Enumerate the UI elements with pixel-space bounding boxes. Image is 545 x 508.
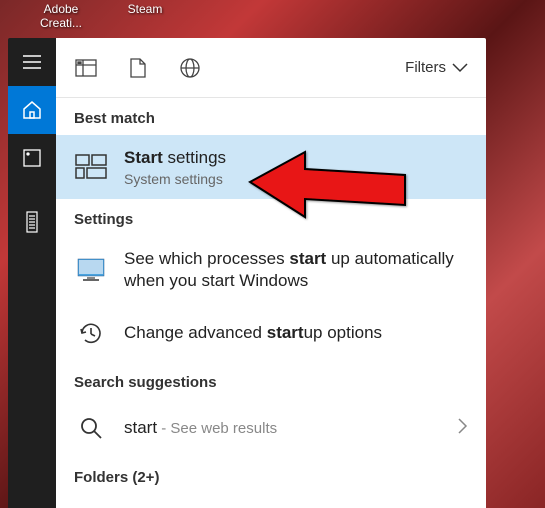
apps-filter-icon[interactable] (74, 56, 98, 80)
chevron-down-icon (452, 63, 468, 73)
history-icon (74, 316, 108, 350)
desktop-icon-adobe[interactable]: Adobe Creati... (26, 2, 96, 30)
documents-filter-icon[interactable] (126, 56, 150, 80)
panel-toolbar: Filters (56, 38, 486, 98)
home-button[interactable] (8, 86, 56, 134)
monitor-icon (74, 253, 108, 287)
result-text: start - See web results (124, 417, 442, 439)
search-icon (74, 411, 108, 445)
start-tiles-icon (74, 150, 108, 184)
filters-dropdown[interactable]: Filters (405, 59, 468, 76)
desktop-icon-steam[interactable]: Steam (110, 2, 180, 16)
apps-button[interactable] (8, 134, 56, 182)
search-sidebar (8, 38, 56, 508)
search-panel: Filters Best match Start settings System… (56, 38, 486, 508)
hamburger-button[interactable] (8, 38, 56, 86)
result-text: Change advanced startup options (124, 322, 468, 344)
result-startup-processes[interactable]: See which processes start up automatical… (56, 236, 486, 304)
web-filter-icon[interactable] (178, 56, 202, 80)
suggestions-header: Search suggestions (56, 362, 486, 399)
result-start-settings[interactable]: Start settings System settings (56, 135, 486, 199)
result-web-search[interactable]: start - See web results (56, 399, 486, 457)
result-text: Start settings System settings (124, 147, 468, 187)
result-startup-options[interactable]: Change advanced startup options (56, 304, 486, 362)
tower-button[interactable] (8, 198, 56, 246)
chevron-right-icon (458, 418, 468, 439)
settings-header: Settings (56, 199, 486, 236)
result-text: See which processes start up automatical… (124, 248, 468, 292)
folders-header[interactable]: Folders (2+) (56, 457, 486, 494)
filters-label: Filters (405, 59, 446, 76)
best-match-header: Best match (56, 98, 486, 135)
